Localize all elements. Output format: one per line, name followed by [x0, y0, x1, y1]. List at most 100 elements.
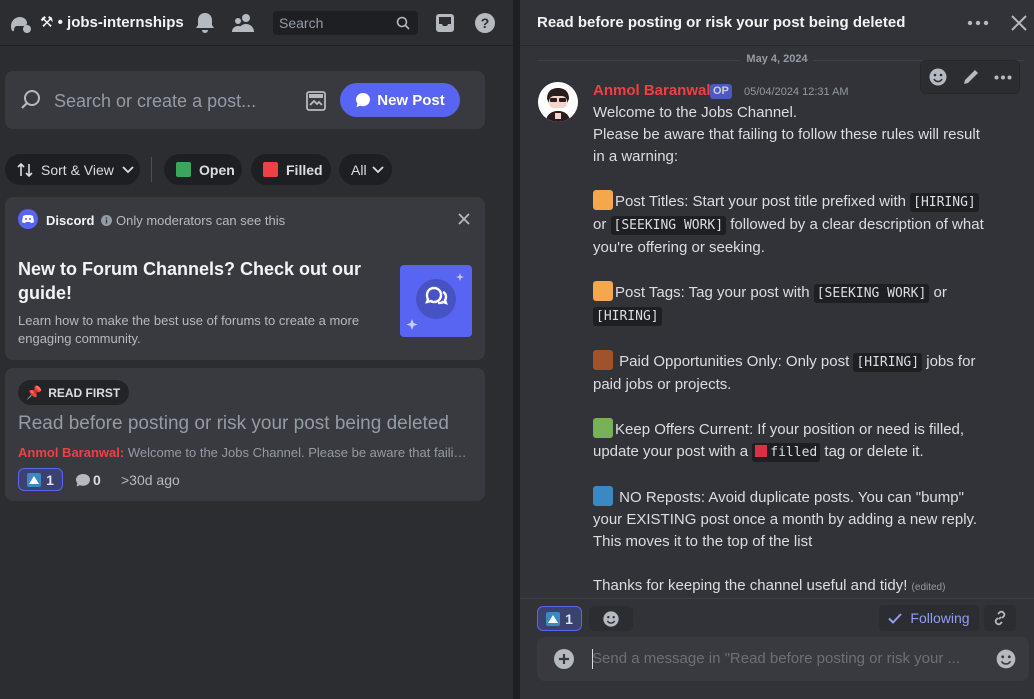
post-reaction-count: 1	[46, 471, 54, 488]
forum-guide-card[interactable]: Discord Only moderators can see this New…	[5, 197, 485, 360]
close-thread-icon[interactable]	[1011, 15, 1027, 31]
message-icon	[76, 474, 90, 487]
code-hiring: [HIRING]	[910, 193, 979, 212]
edited-label: (edited)	[911, 582, 946, 593]
link-icon	[994, 610, 1006, 626]
post-age: >30d ago	[121, 472, 180, 488]
checkmark-icon	[888, 612, 903, 624]
message-actions	[920, 60, 1020, 94]
green-square-icon	[593, 418, 613, 438]
code-seeking-work: [SEEKING WORK]	[610, 216, 727, 235]
post-preview-text: Welcome to the Jobs Channel. Please be a…	[127, 445, 473, 460]
rule-no-reposts: NO Reposts: Avoid duplicate posts. You c…	[593, 486, 993, 553]
close-icon[interactable]	[458, 213, 470, 225]
help-icon[interactable]: ?	[473, 11, 497, 35]
members-icon[interactable]	[232, 11, 256, 35]
red-square-icon	[263, 162, 278, 177]
post-title: Read before posting or risk your post be…	[18, 413, 449, 434]
pushpin-icon: 📌	[26, 384, 43, 400]
search-icon	[396, 16, 410, 30]
attach-plus-icon[interactable]	[553, 648, 575, 670]
post-reaction-button[interactable]: 1	[18, 468, 63, 491]
add-reaction-icon[interactable]	[928, 67, 948, 87]
forum-post-card[interactable]: 📌 READ FIRST Read before posting or risk…	[5, 368, 485, 501]
inbox-icon[interactable]	[433, 11, 457, 35]
sort-icon	[17, 162, 33, 177]
message-composer[interactable]: Send a message in "Read before posting o…	[537, 637, 1029, 681]
label-tag-icon	[593, 281, 613, 301]
guide-description: Learn how to make the best use of forums…	[18, 313, 360, 346]
message-author[interactable]: Anmol Baranwal	[593, 82, 711, 99]
thread-panel: Read before posting or risk your post be…	[520, 0, 1034, 699]
up-arrow-icon	[546, 611, 561, 626]
search-input[interactable]: Search	[273, 11, 418, 35]
guide-app-name: Discord	[46, 213, 95, 228]
bell-icon[interactable]	[193, 11, 217, 35]
thread-title: Read before posting or risk your post be…	[537, 14, 906, 31]
more-icon[interactable]	[994, 75, 1012, 80]
new-post-label: New Post	[377, 91, 445, 109]
search-icon	[21, 90, 40, 109]
up-arrow-icon	[27, 472, 42, 487]
discord-logo-icon	[18, 209, 38, 229]
rule-post-titles: Post Titles: Start your post title prefi…	[593, 190, 993, 259]
all-label: All	[351, 161, 367, 178]
info-icon	[101, 215, 112, 226]
tag-filter-filled[interactable]: Filled	[251, 154, 331, 185]
read-first-tag: 📌 READ FIRST	[18, 380, 130, 405]
message-outro: Thanks for keeping the channel useful an…	[593, 577, 946, 594]
server-blob-icon[interactable]	[8, 11, 32, 35]
thread-reactions-bar: 1 Following	[520, 598, 1034, 636]
new-post-button[interactable]: New Post	[340, 83, 460, 117]
code-hiring: [HIRING]	[853, 353, 923, 372]
all-tags-dropdown[interactable]: All	[339, 154, 392, 185]
date-label: May 4, 2024	[740, 53, 814, 65]
message-line: Please be aware that failing to follow t…	[593, 126, 980, 165]
repeat-icon	[593, 486, 613, 506]
code-seeking-work: [SEEKING WORK]	[813, 284, 930, 303]
following-button[interactable]: Following	[879, 605, 979, 631]
post-message-count: 0	[93, 472, 101, 488]
channel-name: ⚒ • jobs-internships	[40, 14, 184, 31]
label-tag-icon	[593, 190, 613, 210]
media-gallery-icon[interactable]	[306, 91, 326, 111]
svg-text:?: ?	[481, 15, 490, 31]
message-timestamp: 05/04/2024 12:31 AM	[744, 86, 849, 98]
add-reaction-button[interactable]	[589, 606, 633, 631]
rule-post-tags: Post Tags: Tag your post with [SEEKING W…	[593, 281, 993, 328]
copy-link-button[interactable]	[984, 605, 1016, 631]
emoji-picker-icon[interactable]	[995, 648, 1017, 670]
open-label: Open	[199, 161, 235, 178]
sort-view-button[interactable]: Sort & View	[5, 154, 140, 185]
chat-bubble-icon	[356, 93, 371, 107]
author-avatar[interactable]	[538, 82, 578, 122]
rule-keep-current: Keep Offers Current: If your position or…	[593, 418, 993, 464]
post-author: Anmol Baranwal	[18, 445, 120, 460]
tag-filter-open[interactable]: Open	[164, 154, 242, 185]
more-options-icon[interactable]	[967, 20, 989, 26]
code-hiring: [HIRING]	[593, 307, 662, 326]
guide-title: New to Forum Channels? Check out our gui…	[18, 259, 362, 303]
green-square-icon	[176, 162, 191, 177]
sort-label: Sort & View	[41, 161, 114, 178]
op-badge: OP	[710, 84, 732, 99]
smiley-icon	[603, 610, 619, 627]
rule-paid-only: Paid Opportunities Only: Only post [HIRI…	[593, 350, 993, 396]
read-first-label: READ FIRST	[48, 385, 121, 400]
composer-placeholder: Send a message in "Read before posting o…	[592, 650, 961, 667]
message-content: Welcome to the Jobs Channel. Please be a…	[593, 102, 993, 599]
reaction-button[interactable]: 1	[537, 606, 582, 631]
reaction-count: 1	[565, 610, 573, 627]
guide-illustration	[400, 265, 472, 337]
search-placeholder: Search	[279, 15, 324, 31]
briefcase-icon	[593, 350, 613, 370]
code-filled: filled	[752, 443, 821, 462]
panel-resize-handle[interactable]	[513, 0, 520, 699]
thread-header: Read before posting or risk your post be…	[520, 0, 1034, 46]
chevron-down-icon	[122, 165, 134, 173]
filter-divider	[151, 157, 152, 182]
forum-panel: ⚒ • jobs-internships Search ? Search or …	[0, 0, 513, 699]
edit-pencil-icon[interactable]	[962, 68, 980, 86]
forum-header: ⚒ • jobs-internships Search ?	[0, 0, 513, 46]
message-line: Welcome to the Jobs Channel.	[593, 104, 798, 121]
